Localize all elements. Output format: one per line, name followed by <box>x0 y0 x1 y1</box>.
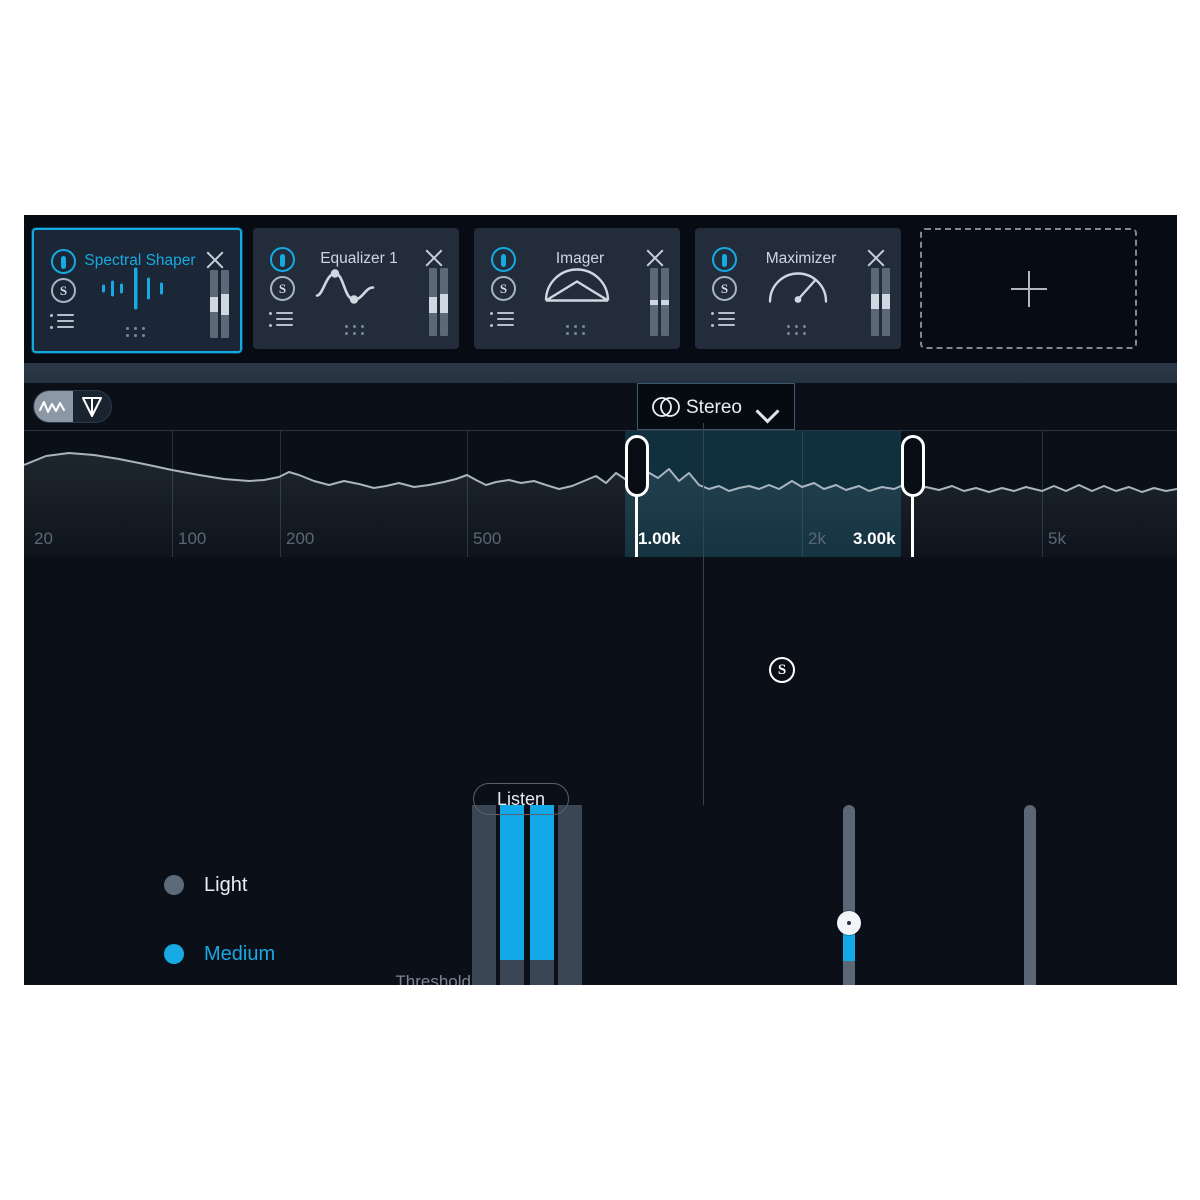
band-high-stem <box>911 493 914 557</box>
meter-input-left <box>472 805 496 985</box>
panel-divider <box>703 423 704 805</box>
radio-dot-icon <box>164 944 184 964</box>
plugin-window: S Spectral Shaper S Equalizer 1 S Imager… <box>24 215 1177 985</box>
module-meter <box>429 268 449 336</box>
module-list-icon[interactable] <box>50 313 74 332</box>
close-icon[interactable] <box>644 247 666 269</box>
drag-grip-icon[interactable] <box>787 325 809 335</box>
channel-mode-dropdown[interactable]: Stereo <box>637 383 795 430</box>
drag-grip-icon[interactable] <box>126 327 148 337</box>
close-icon[interactable] <box>865 247 887 269</box>
view-mode-toggle[interactable] <box>33 390 112 423</box>
band-low-freq-label: 1.00k <box>638 529 681 548</box>
freq-tick-2k: 2k <box>808 529 826 548</box>
solo-icon[interactable]: S <box>712 276 737 301</box>
module-meter <box>210 270 230 338</box>
listen-button[interactable]: Listen <box>473 783 569 815</box>
freq-tick-20: 20 <box>34 529 53 548</box>
module-meter <box>650 268 670 336</box>
power-icon[interactable] <box>51 249 76 274</box>
meter-reduction-right <box>530 805 554 985</box>
toolbar: Stereo <box>24 383 1177 430</box>
close-icon[interactable] <box>204 249 226 271</box>
spectral-shaper-icon <box>92 265 182 316</box>
module-meter <box>871 268 891 336</box>
freq-tick-200: 200 <box>286 529 315 548</box>
waveform-icon <box>39 400 66 413</box>
band-solo-badge[interactable]: S <box>769 657 795 683</box>
solo-icon[interactable]: S <box>491 276 516 301</box>
power-icon[interactable] <box>491 247 516 272</box>
threshold-label: Threshold <box>395 972 471 985</box>
close-icon[interactable] <box>423 247 445 269</box>
imager-arc-icon <box>542 266 612 311</box>
freq-tick-500: 500 <box>473 529 502 548</box>
band-low-handle[interactable] <box>625 435 649 497</box>
module-card-imager[interactable]: S Imager <box>474 228 680 349</box>
module-card-spectral-shaper[interactable]: S Spectral Shaper <box>32 228 242 353</box>
chevron-down-icon[interactable] <box>755 399 780 424</box>
equalizer-curve-icon <box>313 263 399 314</box>
channel-mode-label: Stereo <box>686 397 742 418</box>
attack-slider-track[interactable] <box>1024 805 1036 985</box>
module-list-icon[interactable] <box>490 311 514 330</box>
waveform-view-button[interactable] <box>34 391 73 422</box>
drag-grip-icon[interactable] <box>345 325 367 335</box>
maximizer-gauge-icon <box>765 265 831 312</box>
drag-grip-icon[interactable] <box>566 325 588 335</box>
tone-slider-knob[interactable] <box>837 911 861 935</box>
filter-view-button[interactable] <box>73 391 112 422</box>
filter-funnel-icon <box>81 396 102 417</box>
radio-dot-icon <box>164 875 184 895</box>
solo-icon[interactable]: S <box>51 278 76 303</box>
power-icon[interactable] <box>712 247 737 272</box>
module-list-icon[interactable] <box>711 311 735 330</box>
spectrum-analyzer[interactable]: 20 100 200 500 2k 5k 1.00k 3.00k <box>24 430 1177 558</box>
main-panel: Light Medium Heavy <box>24 423 1177 985</box>
toolbar-divider <box>24 363 1177 383</box>
meter-input-right <box>558 805 582 985</box>
power-icon[interactable] <box>270 247 295 272</box>
band-high-freq-label: 3.00k <box>853 529 896 548</box>
stereo-circles-icon <box>652 397 680 417</box>
band-high-handle[interactable] <box>901 435 925 497</box>
freq-tick-5k: 5k <box>1048 529 1066 548</box>
gain-reduction-meter[interactable]: Threshold -20.0dB -6.8 <box>395 805 597 985</box>
intensity-label: Light <box>204 874 248 896</box>
module-strip: S Spectral Shaper S Equalizer 1 S Imager… <box>24 215 1177 363</box>
meter-reduction-left <box>500 805 524 985</box>
freq-tick-100: 100 <box>178 529 207 548</box>
module-card-maximizer[interactable]: S Maximizer <box>695 228 901 349</box>
intensity-label: Medium <box>204 943 276 965</box>
solo-icon[interactable]: S <box>270 276 295 301</box>
add-module-button[interactable] <box>920 228 1137 349</box>
module-card-equalizer-1[interactable]: S Equalizer 1 <box>253 228 459 349</box>
module-list-icon[interactable] <box>269 311 293 330</box>
